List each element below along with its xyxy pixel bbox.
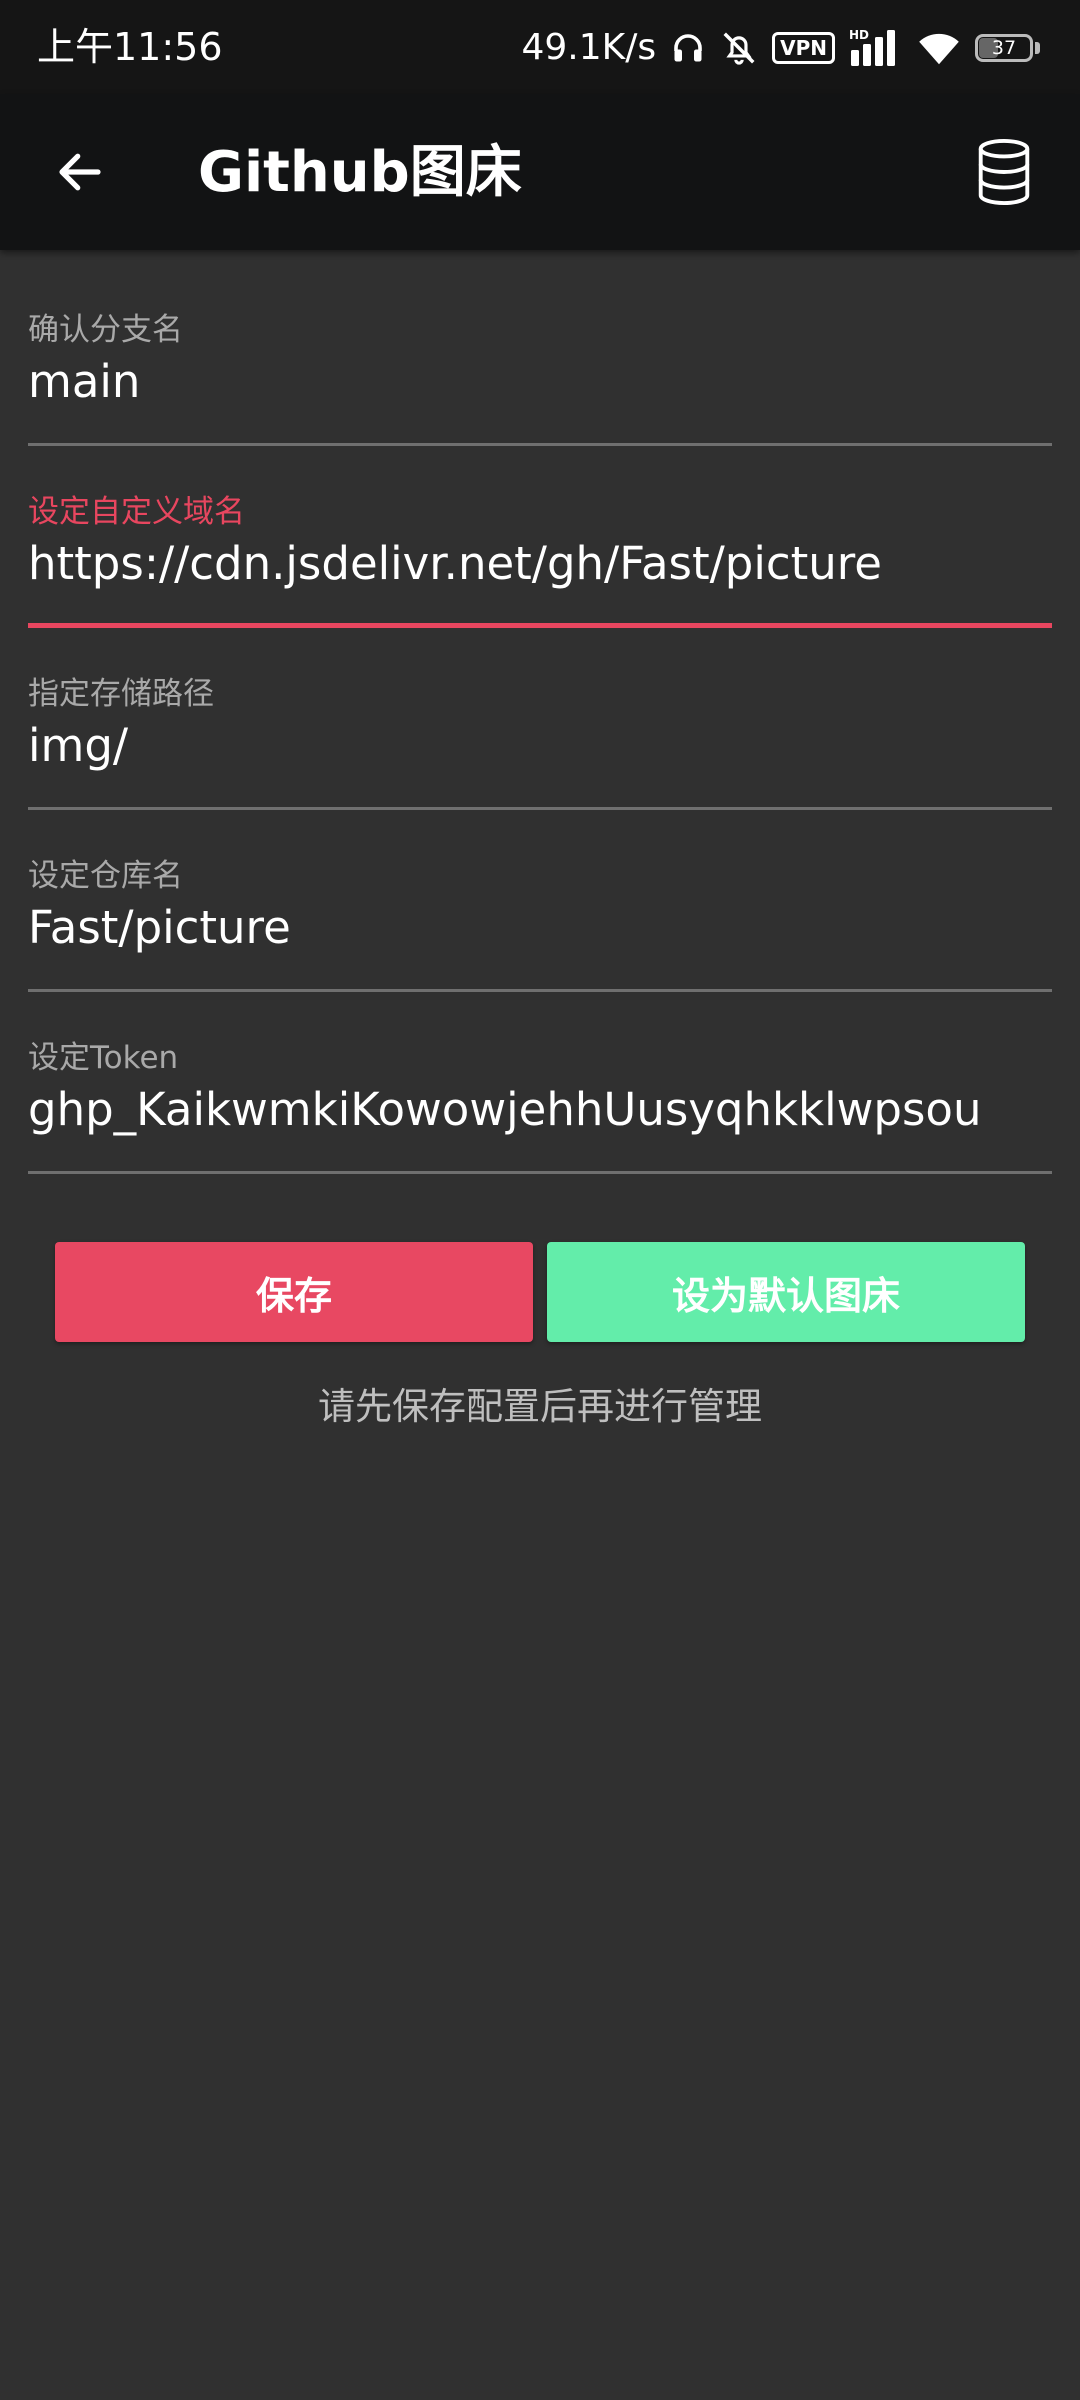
status-bar: 上午11:56 49.1K/s VPN HD 37	[0, 0, 1080, 94]
network-speed: 49.1K/s	[521, 27, 657, 68]
branch-field-label: 确认分支名	[28, 312, 183, 348]
field-underline-focused	[28, 623, 1052, 628]
status-time: 上午11:56	[37, 25, 223, 69]
hd-label: HD	[849, 28, 869, 42]
field-underline	[28, 989, 1052, 992]
token-field-value[interactable]: ghp_KaikwmkiKowowjehhUusyqhkklwpsou	[28, 1080, 1052, 1140]
vpn-icon: VPN	[772, 32, 835, 64]
storage-path-field[interactable]: 指定存储路径 img/	[28, 660, 1052, 810]
branch-field[interactable]: 确认分支名 main	[28, 296, 1052, 446]
wifi-icon	[919, 33, 959, 65]
save-button[interactable]: 保存	[55, 1242, 533, 1342]
field-underline	[28, 443, 1052, 446]
token-field[interactable]: 设定Token ghp_KaikwmkiKowowjehhUusyqhkklwp…	[28, 1024, 1052, 1174]
custom-domain-field-label: 设定自定义域名	[28, 494, 245, 530]
battery-level: 37	[991, 37, 1017, 59]
repo-name-field[interactable]: 设定仓库名 Fast/picture	[28, 842, 1052, 992]
signal-icon: HD	[849, 28, 895, 66]
battery-tip	[1035, 42, 1040, 54]
custom-domain-field[interactable]: 设定自定义域名 https://cdn.jsdelivr.net/gh/Fast…	[28, 478, 1052, 628]
status-icons: 49.1K/s VPN HD 37	[521, 22, 1040, 74]
token-field-label: 设定Token	[28, 1040, 179, 1076]
bell-off-icon	[723, 32, 755, 65]
arrow-left-icon	[59, 153, 101, 191]
repo-name-field-value[interactable]: Fast/picture	[28, 898, 1052, 958]
branch-field-value[interactable]: main	[28, 352, 1052, 412]
headphones-icon	[674, 34, 702, 62]
custom-domain-field-value[interactable]: https://cdn.jsdelivr.net/gh/Fast/picture	[28, 534, 1052, 594]
database-icon	[978, 139, 1030, 205]
app-bar: Github图床	[0, 94, 1080, 250]
page-title: Github图床	[198, 140, 522, 205]
back-button[interactable]	[42, 134, 118, 210]
storage-path-field-value[interactable]: img/	[28, 716, 1052, 776]
battery-icon: 37	[975, 34, 1033, 62]
screen: 上午11:56 49.1K/s VPN HD 37 Github图床 确认分支名…	[0, 0, 1080, 2400]
hint-text: 请先保存配置后再进行管理	[318, 1385, 762, 1428]
field-underline	[28, 807, 1052, 810]
database-button[interactable]	[964, 132, 1044, 212]
storage-path-field-label: 指定存储路径	[28, 676, 214, 712]
field-underline	[28, 1171, 1052, 1174]
set-default-button[interactable]: 设为默认图床	[547, 1242, 1025, 1342]
repo-name-field-label: 设定仓库名	[28, 858, 183, 894]
